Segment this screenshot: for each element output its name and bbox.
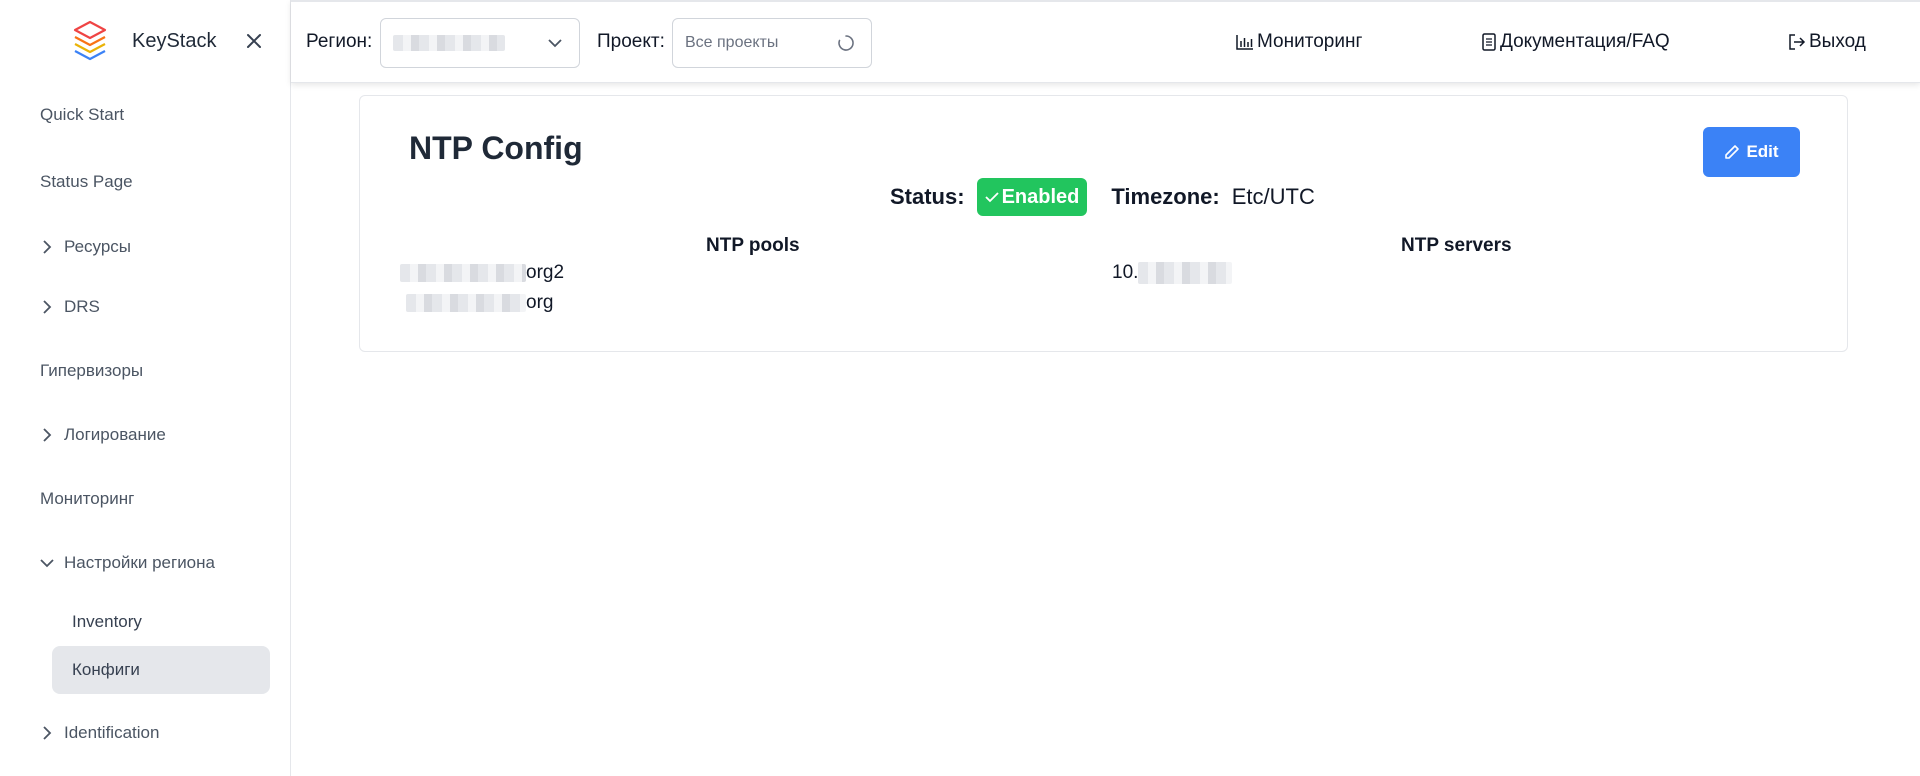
logout-link[interactable]: Выход [1788, 31, 1866, 53]
pencil-icon [1725, 145, 1740, 159]
bar-chart-icon [1236, 35, 1253, 50]
pool-host-redacted [400, 264, 526, 282]
ntp-pools-header: NTP pools [706, 235, 800, 256]
sidebar-item-quick-start[interactable]: Quick Start [40, 100, 124, 130]
sidebar-item-label: Настройки региона [64, 553, 215, 572]
sidebar-item-label: Quick Start [40, 105, 125, 124]
docs-link-label: Документация/FAQ [1500, 31, 1670, 52]
region-value-redacted [393, 35, 505, 51]
edit-button[interactable]: Edit [1703, 127, 1800, 177]
sidebar-item-identification[interactable]: Identification [40, 718, 159, 748]
timezone-value: Etc/UTC [1231, 184, 1315, 209]
region-select[interactable] [380, 18, 580, 68]
chevron-right-icon [40, 726, 54, 740]
status-row: Status: Enabled Timezone: Etc/UTC [890, 178, 1315, 216]
ntp-config-card: NTP Config Edit Status: Enabled Timezone… [359, 95, 1848, 352]
sidebar-item-label: Ресурсы [64, 237, 132, 256]
sidebar-item-label: Status Page [40, 172, 133, 191]
timezone-label: Timezone: [1111, 184, 1220, 209]
sidebar-item-resources[interactable]: Ресурсы [40, 232, 131, 262]
loading-spinner-icon [838, 35, 854, 51]
page-title: NTP Config [409, 130, 583, 166]
project-select[interactable]: Все проекты [672, 18, 872, 68]
brand[interactable]: KeyStack [72, 20, 216, 62]
sidebar: KeyStack Quick Start Status Page Ресурсы… [0, 0, 291, 776]
sidebar-item-label: Гипервизоры [40, 361, 144, 380]
chevron-right-icon [40, 428, 54, 442]
sidebar-item-status-page[interactable]: Status Page [40, 167, 133, 197]
topbar: Регион: Проект: Все проекты Мониторинг Д… [291, 0, 1920, 83]
check-icon [984, 192, 999, 203]
status-badge: Enabled [976, 178, 1088, 216]
sidebar-item-logging[interactable]: Логирование [40, 420, 166, 450]
status-badge-label: Enabled [1001, 185, 1080, 208]
document-icon [1482, 33, 1496, 51]
sidebar-item-label: DRS [64, 297, 100, 316]
logout-icon [1789, 34, 1806, 50]
sidebar-item-label: Логирование [64, 425, 166, 444]
project-label: Проект: [597, 31, 665, 52]
ntp-pool-item: org [406, 292, 553, 314]
ntp-server-prefix: 10. [1112, 262, 1139, 283]
sidebar-item-label: Identification [64, 723, 160, 742]
sidebar-item-hypervisors[interactable]: Гипервизоры [40, 356, 143, 386]
ntp-pool-suffix: org2 [526, 262, 565, 283]
region-label: Регион: [306, 31, 373, 52]
sidebar-subitem-configs[interactable]: Конфиги [52, 646, 270, 694]
brand-name: KeyStack [132, 29, 217, 52]
logout-link-label: Выход [1809, 31, 1866, 52]
docs-link[interactable]: Документация/FAQ [1481, 31, 1670, 53]
sidebar-item-drs[interactable]: DRS [40, 292, 100, 322]
ntp-servers-header: NTP servers [1401, 235, 1512, 256]
edit-button-label: Edit [1746, 142, 1779, 161]
close-icon[interactable] [243, 30, 265, 52]
sidebar-subitem-label: Конфиги [72, 660, 140, 679]
monitoring-link[interactable]: Мониторинг [1236, 31, 1362, 53]
monitoring-link-label: Мониторинг [1257, 31, 1363, 52]
sidebar-item-region-settings[interactable]: Настройки региона [40, 548, 215, 578]
ntp-pool-suffix: org [526, 292, 554, 313]
project-placeholder: Все проекты [685, 34, 779, 51]
server-address-redacted [1138, 262, 1233, 284]
sidebar-item-monitoring[interactable]: Мониторинг [40, 484, 134, 514]
status-label: Status: [890, 184, 965, 209]
ntp-server-item: 10. [1112, 262, 1233, 284]
chevron-down-icon [40, 556, 54, 570]
sidebar-subitem-label: Inventory [72, 612, 142, 631]
ntp-pool-item: org2 [400, 262, 564, 284]
chevron-down-icon [548, 39, 562, 48]
sidebar-item-label: Мониторинг [40, 489, 135, 508]
keystack-logo-icon [73, 20, 107, 61]
chevron-right-icon [40, 240, 54, 254]
chevron-right-icon [40, 300, 54, 314]
pool-host-redacted [406, 294, 526, 312]
sidebar-subitem-inventory[interactable]: Inventory [52, 598, 270, 646]
